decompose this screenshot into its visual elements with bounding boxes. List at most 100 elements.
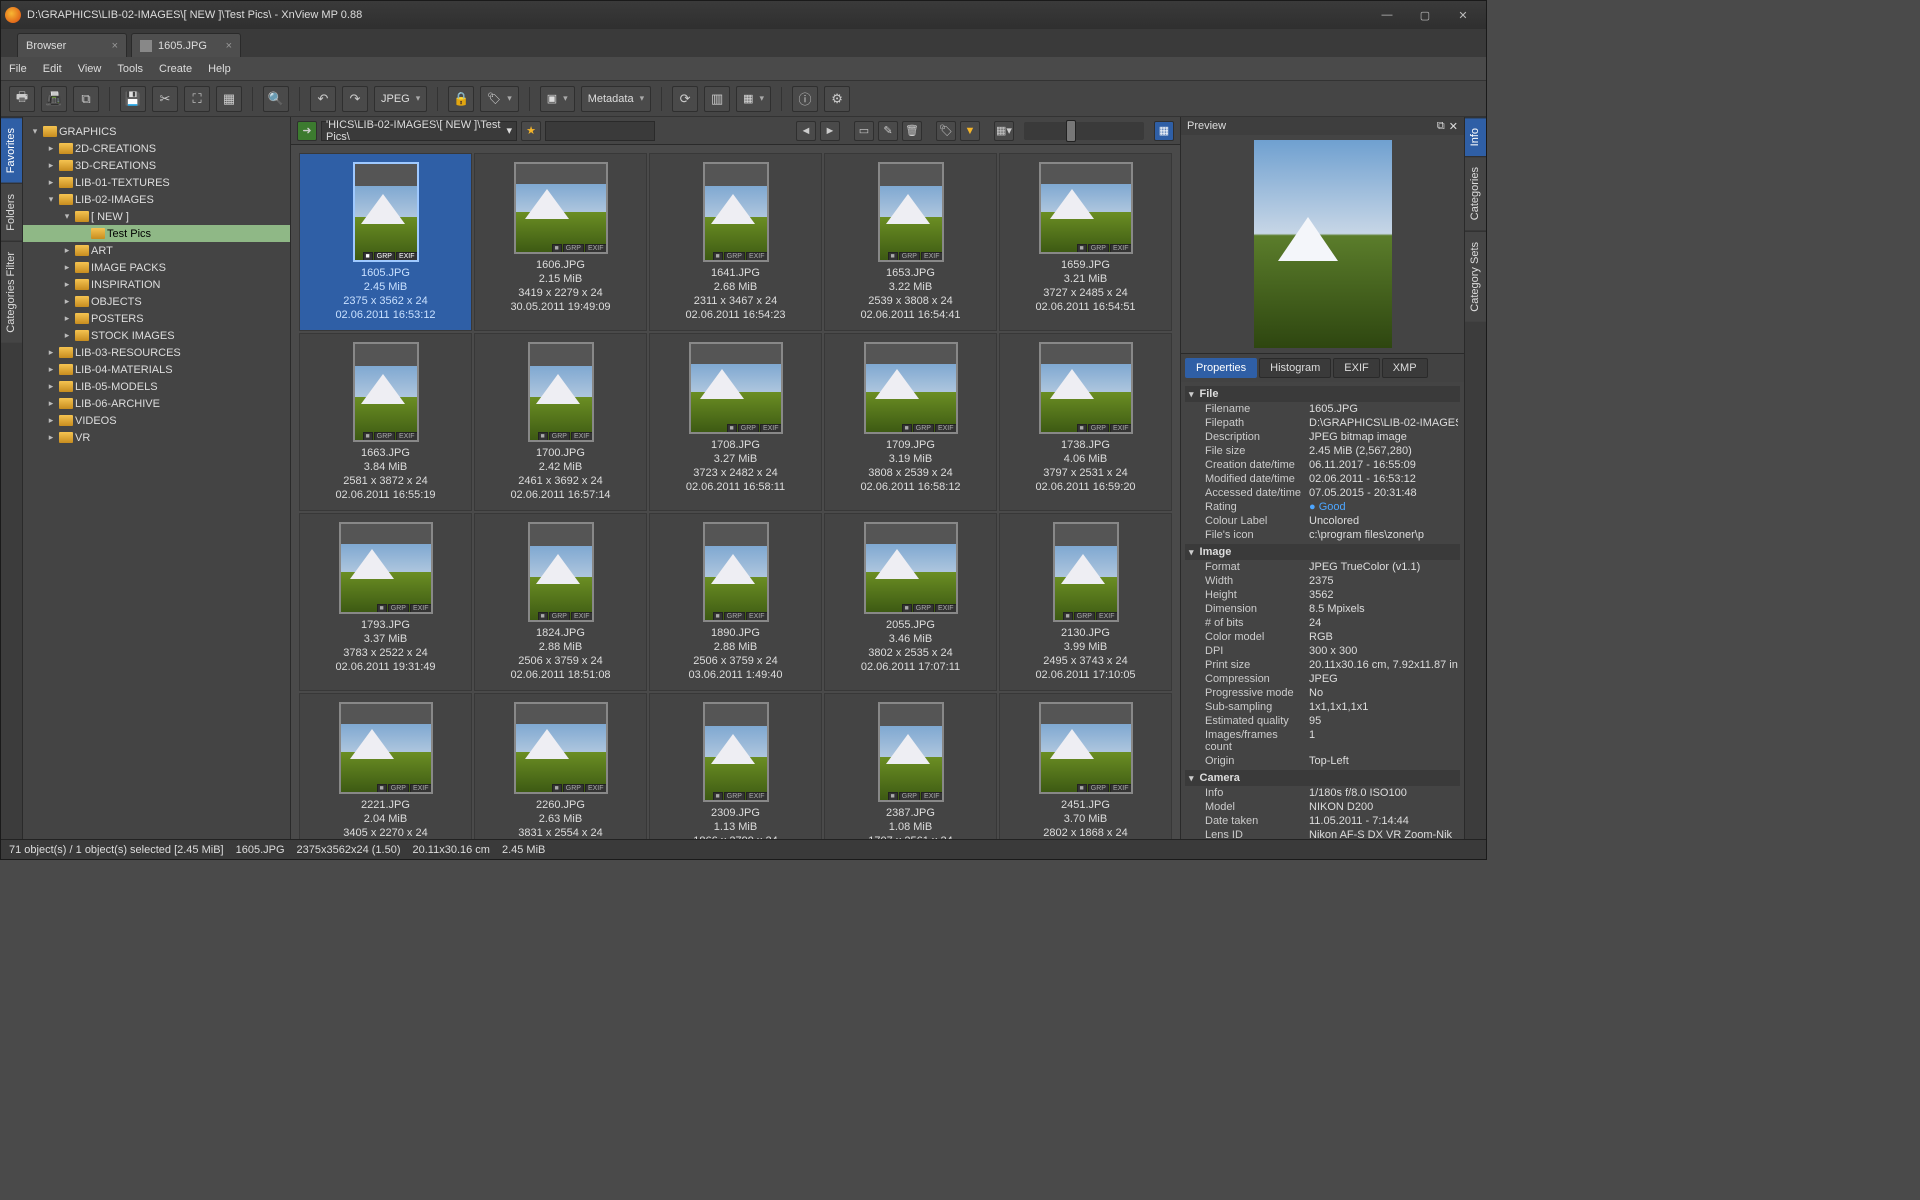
view-dropdown[interactable]: ▦	[736, 86, 771, 112]
metadata-dropdown[interactable]: Metadata	[581, 86, 651, 112]
expand-icon[interactable]: ▸	[45, 381, 57, 392]
thumbnail-card[interactable]: ■GRPEXIF 1793.JPG 3.37 MiB 3783 x 2522 x…	[299, 513, 472, 691]
sidetab-categories-filter[interactable]: Categories Filter	[1, 241, 22, 343]
path-field[interactable]: 'HICS\LIB-02-IMAGES\[ NEW ]\Test Pics\▾	[321, 121, 517, 141]
thumbnail-image[interactable]: ■GRPEXIF	[864, 342, 958, 434]
tree-item[interactable]: ▾GRAPHICS	[23, 123, 290, 140]
prop-section[interactable]: Image	[1185, 544, 1460, 560]
tree-item[interactable]: ▸LIB-01-TEXTURES	[23, 174, 290, 191]
thumbnail-card[interactable]: ■GRPEXIF 1824.JPG 2.88 MiB 2506 x 3759 x…	[474, 513, 647, 691]
tree-item[interactable]: ▾[ NEW ]	[23, 208, 290, 225]
expand-icon[interactable]: ▸	[61, 313, 73, 324]
thumbnail-image[interactable]: ■GRPEXIF	[703, 522, 769, 622]
tree-item[interactable]: ▸IMAGE PACKS	[23, 259, 290, 276]
thumbnail-image[interactable]: ■GRPEXIF	[703, 702, 769, 802]
tab-exif[interactable]: EXIF	[1333, 358, 1379, 378]
thumbnail-area[interactable]: ■GRPEXIF 1605.JPG 2.45 MiB 2375 x 3562 x…	[291, 145, 1180, 839]
refresh-button[interactable]: ⟳	[672, 86, 698, 112]
thumbnail-card[interactable]: ■GRPEXIF 1606.JPG 2.15 MiB 3419 x 2279 x…	[474, 153, 647, 331]
tree-item[interactable]: ▸INSPIRATION	[23, 276, 290, 293]
tree-item[interactable]: ▸VIDEOS	[23, 412, 290, 429]
expand-icon[interactable]: ▸	[45, 143, 57, 154]
thumbnail-card[interactable]: ■GRPEXIF 2055.JPG 3.46 MiB 3802 x 2535 x…	[824, 513, 997, 691]
thumbnail-image[interactable]: ■GRPEXIF	[353, 162, 419, 262]
tree-item[interactable]: ▸LIB-03-RESOURCES	[23, 344, 290, 361]
save-button[interactable]: 💾	[120, 86, 146, 112]
tree-item[interactable]: ▸POSTERS	[23, 310, 290, 327]
close-panel-icon[interactable]: ✕	[1449, 120, 1458, 133]
thumb-size-slider[interactable]	[1024, 122, 1144, 140]
undo-button[interactable]: ↶	[310, 86, 336, 112]
preview-image[interactable]	[1181, 135, 1464, 353]
thumbnail-image[interactable]: ■GRPEXIF	[528, 342, 594, 442]
label-dropdown[interactable]: ▣	[540, 86, 575, 112]
tree-item[interactable]: Test Pics	[23, 225, 290, 242]
thumbnail-card[interactable]: ■GRPEXIF 1709.JPG 3.19 MiB 3808 x 2539 x…	[824, 333, 997, 511]
thumbnail-card[interactable]: ■GRPEXIF 2260.JPG 2.63 MiB 3831 x 2554 x…	[474, 693, 647, 839]
expand-icon[interactable]: ▸	[61, 262, 73, 273]
thumbnail-image[interactable]: ■GRPEXIF	[864, 522, 958, 614]
close-button[interactable]: ✕	[1444, 3, 1482, 27]
thumbnail-card[interactable]: ■GRPEXIF 1641.JPG 2.68 MiB 2311 x 3467 x…	[649, 153, 822, 331]
menu-file[interactable]: File	[9, 63, 27, 75]
expand-icon[interactable]: ▾	[29, 126, 41, 137]
close-icon[interactable]: ×	[226, 40, 232, 52]
expand-icon[interactable]: ▸	[45, 432, 57, 443]
sidetab-category-sets[interactable]: Category Sets	[1465, 231, 1486, 322]
tree-item[interactable]: ▸OBJECTS	[23, 293, 290, 310]
expand-icon[interactable]: ▸	[45, 364, 57, 375]
expand-icon[interactable]: ▸	[45, 398, 57, 409]
edit-button[interactable]: ✎	[878, 121, 898, 141]
sidetab-info[interactable]: Info	[1465, 117, 1486, 156]
thumbnail-card[interactable]: ■GRPEXIF 2387.JPG 1.08 MiB 1707 x 2561 x…	[824, 693, 997, 839]
thumbnail-card[interactable]: ■GRPEXIF 1663.JPG 3.84 MiB 2581 x 3872 x…	[299, 333, 472, 511]
funnel-button[interactable]: ▼	[960, 121, 980, 141]
maximize-button[interactable]: ▢	[1406, 3, 1444, 27]
filter-input[interactable]	[545, 121, 655, 141]
tab-image[interactable]: 1605.JPG ×	[131, 33, 241, 57]
thumbnail-card[interactable]: ■GRPEXIF 1605.JPG 2.45 MiB 2375 x 3562 x…	[299, 153, 472, 331]
expand-icon[interactable]: ▸	[61, 245, 73, 256]
expand-icon[interactable]: ▸	[61, 296, 73, 307]
menu-create[interactable]: Create	[159, 63, 192, 75]
search-button[interactable]: 🔍	[263, 86, 289, 112]
info-button[interactable]: ⓘ	[792, 86, 818, 112]
tree-item[interactable]: ▸LIB-06-ARCHIVE	[23, 395, 290, 412]
jpeg-dropdown[interactable]: JPEG	[374, 86, 427, 112]
tag-filter-button[interactable]: 🏷	[936, 121, 956, 141]
thumbnail-image[interactable]: ■GRPEXIF	[339, 522, 433, 614]
tree-item[interactable]: ▸VR	[23, 429, 290, 446]
menu-tools[interactable]: Tools	[117, 63, 143, 75]
folder-tree[interactable]: ▾GRAPHICS▸2D-CREATIONS▸3D-CREATIONS▸LIB-…	[23, 117, 291, 839]
resize-button[interactable]: ⛶	[184, 86, 210, 112]
titlebar[interactable]: D:\GRAPHICS\LIB-02-IMAGES\[ NEW ]\Test P…	[1, 1, 1486, 29]
select-button[interactable]: ▭	[854, 121, 874, 141]
tree-item[interactable]: ▸LIB-04-MATERIALS	[23, 361, 290, 378]
thumbnail-image[interactable]: ■GRPEXIF	[514, 162, 608, 254]
menu-view[interactable]: View	[78, 63, 102, 75]
thumbnail-card[interactable]: ■GRPEXIF 2451.JPG 3.70 MiB 2802 x 1868 x…	[999, 693, 1172, 839]
tree-item[interactable]: ▸3D-CREATIONS	[23, 157, 290, 174]
expand-icon[interactable]: ▸	[45, 177, 57, 188]
thumbnail-card[interactable]: ■GRPEXIF 1700.JPG 2.42 MiB 2461 x 3692 x…	[474, 333, 647, 511]
thumbnail-image[interactable]: ■GRPEXIF	[1039, 702, 1133, 794]
sidetab-favorites[interactable]: Favorites	[1, 117, 22, 183]
thumbnail-card[interactable]: ■GRPEXIF 2309.JPG 1.13 MiB 1866 x 2799 x…	[649, 693, 822, 839]
menu-edit[interactable]: Edit	[43, 63, 62, 75]
tab-histogram[interactable]: Histogram	[1259, 358, 1331, 378]
thumbnail-image[interactable]: ■GRPEXIF	[878, 702, 944, 802]
properties-list[interactable]: FileFilename1605.JPGFilepathD:\GRAPHICS\…	[1181, 382, 1464, 839]
thumbnail-card[interactable]: ■GRPEXIF 1708.JPG 3.27 MiB 3723 x 2482 x…	[649, 333, 822, 511]
sort-button[interactable]: ▦▾	[994, 121, 1014, 141]
prop-section[interactable]: File	[1185, 386, 1460, 402]
thumbnail-image[interactable]: ■GRPEXIF	[689, 342, 783, 434]
sidetab-folders[interactable]: Folders	[1, 183, 22, 241]
expand-icon[interactable]: ▸	[45, 160, 57, 171]
minimize-button[interactable]: —	[1368, 3, 1406, 27]
print-button[interactable]: 🖶	[9, 86, 35, 112]
delete-button[interactable]: 🗑	[902, 121, 922, 141]
thumbnail-image[interactable]: ■GRPEXIF	[1039, 342, 1133, 434]
nav-back-button[interactable]: ◄	[796, 121, 816, 141]
expand-icon[interactable]: ▸	[61, 279, 73, 290]
tree-item[interactable]: ▸STOCK IMAGES	[23, 327, 290, 344]
